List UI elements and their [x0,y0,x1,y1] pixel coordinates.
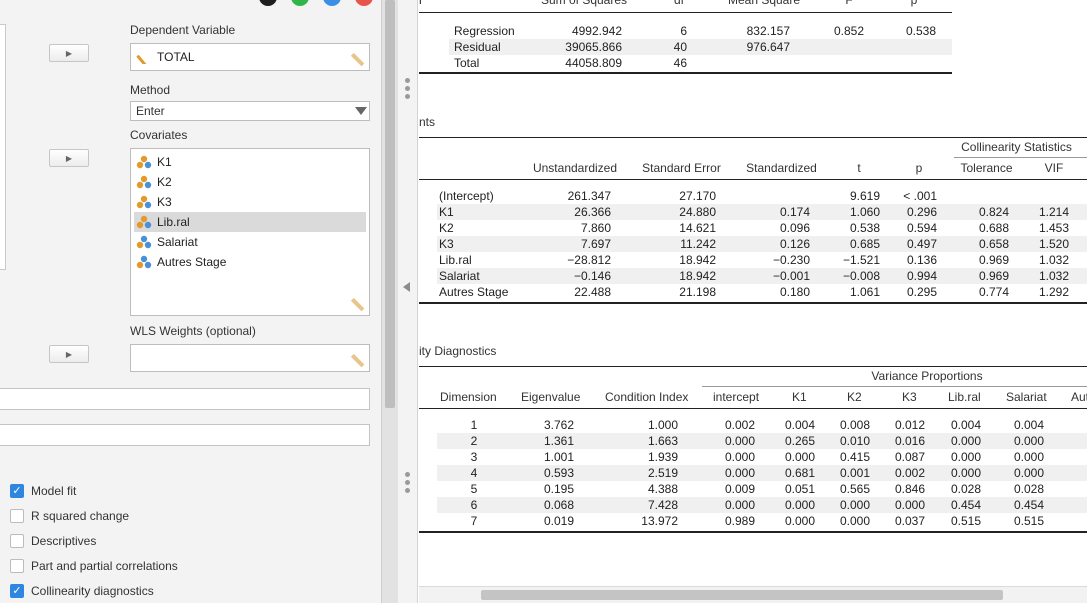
coefficients-title: nts [419,115,436,129]
diag-header-intercept: intercept [713,390,760,404]
part-partial-correlations-option[interactable]: Part and partial correlations [10,558,178,574]
collinearity-statistics-header: Collinearity Statistics [961,140,1072,154]
coefficients-header-rule [419,179,1087,180]
collapsed-option-field-1[interactable] [0,388,370,410]
covariate-item-k2[interactable]: K2 [134,172,366,192]
anova-header-ms: Mean Square [727,0,801,7]
results-output-panel: l Sum of Squares df Mean Square F p Regr… [419,0,1087,603]
covariate-item-autres-stage[interactable]: Autres Stage [134,252,366,272]
dependent-variable-value: TOTAL [157,50,195,64]
diagnostics-header-rule [419,408,1087,409]
arrow-right-icon: ▶ [65,349,73,359]
descriptives-checkbox[interactable] [10,534,24,548]
options-vertical-scrollbar[interactable] [381,0,398,603]
anova-header-f: F [845,0,853,7]
grip-dots-icon[interactable] [405,78,410,102]
anova-header-ss: Sum of Squares [540,0,628,7]
nominal-variable-icon [136,175,152,189]
scale-variable-icon [136,54,147,64]
covariate-item-k3[interactable]: K3 [134,192,366,212]
diag-header-condition-index: Condition Index [605,390,689,404]
pencil-icon [351,53,365,67]
coef-header-standard-error: Standard Error [642,161,721,175]
diag-header-lib-ral: Lib.ral [948,390,981,404]
coef-header-p: p [915,161,923,175]
arrow-right-icon: ▶ [65,153,73,163]
pencil-icon [351,354,365,368]
move-to-covariates-button[interactable]: ▶ [49,149,89,167]
scrollbar-thumb[interactable] [385,0,395,408]
variance-proportions-header: Variance Proportions [871,369,983,383]
method-selected-value: Enter [136,104,165,118]
covariate-item-salariat[interactable]: Salariat [134,232,366,252]
covariate-item-lib-ral[interactable]: Lib.ral [134,212,366,232]
nominal-variable-icon [136,215,152,229]
pencil-icon [351,298,365,312]
model-fit-option[interactable]: ✓ Model fit [10,483,76,499]
grip-dots-icon[interactable] [405,472,410,496]
dependent-variable-item[interactable]: TOTAL [134,47,366,67]
coef-header-tolerance: Tolerance [960,161,1013,175]
results-horizontal-scrollbar[interactable] [419,586,1087,603]
anova-bottom-rule [419,72,952,74]
model-fit-checkbox[interactable]: ✓ [10,484,24,498]
anova-title-fragment: l [419,0,422,7]
nominal-variable-icon [136,235,152,249]
collinearity-group-rule [954,157,1087,158]
r-squared-change-option[interactable]: R squared change [10,508,129,524]
wls-weights-label: WLS Weights (optional) [130,324,256,338]
diag-header-k3: K3 [902,390,917,404]
coef-header-unstandardized: Unstandardized [532,161,618,175]
coefficients-top-rule [419,137,1087,138]
diagnostics-top-rule [419,366,1087,367]
panel-splitter[interactable] [398,0,418,603]
diag-header-salariat: Salariat [1006,390,1047,404]
covariate-item-k1[interactable]: K1 [134,152,366,172]
coef-header-standardized: Standardized [746,161,817,175]
coef-header-vif: VIF [1044,161,1064,175]
diag-header-autres-stage: Aut [1071,390,1087,404]
collinearity-diagnostics-option[interactable]: ✓ Collinearity diagnostics [10,583,154,599]
dependent-variable-label: Dependent Variable [130,23,236,37]
nominal-variable-icon [136,155,152,169]
r-squared-change-checkbox[interactable] [10,509,24,523]
covariates-box[interactable]: K1 K2 K3 Lib.ral Salariat Autres Stage [130,148,370,316]
window-dot-blue[interactable] [323,0,341,6]
nominal-variable-icon [136,255,152,269]
arrow-right-icon: ▶ [65,48,73,58]
variables-list-edge[interactable] [0,24,6,270]
analysis-options-panel: Dependent Variable ▶ TOTAL Method Enter … [0,0,381,603]
diag-header-eigenvalue: Eigenvalue [521,390,581,404]
diag-header-k1: K1 [792,390,807,404]
diagnostics-bottom-rule [419,531,1087,533]
coefficients-bottom-rule [419,302,1087,304]
descriptives-option[interactable]: Descriptives [10,533,96,549]
diag-header-dimension: Dimension [440,390,497,404]
collinearity-diagnostics-title: ity Diagnostics [419,344,497,358]
anova-header-df: df [673,0,684,7]
anova-row-stripe [449,39,952,55]
window-dot-red[interactable] [355,0,373,6]
part-partial-correlations-checkbox[interactable] [10,559,24,573]
variance-group-rule [702,386,1087,387]
anova-header-p: p [910,0,918,7]
collapse-left-icon[interactable] [403,282,410,292]
method-select[interactable]: Enter [130,101,370,121]
coef-header-t: t [857,161,861,175]
method-label: Method [130,83,171,97]
collapsed-option-field-2[interactable] [0,424,370,446]
move-to-wls-button[interactable]: ▶ [49,345,89,363]
diag-header-k2: K2 [847,390,862,404]
anova-header-rule [419,12,952,13]
chevron-down-icon [355,107,367,115]
wls-weights-box[interactable] [130,344,370,372]
scrollbar-thumb[interactable] [481,590,1003,600]
window-dot-green[interactable] [291,0,309,6]
covariates-label: Covariates [130,128,188,142]
dependent-variable-box[interactable]: TOTAL [130,43,370,71]
collinearity-diagnostics-checkbox[interactable]: ✓ [10,584,24,598]
window-dot-black[interactable] [259,0,277,6]
move-to-dependent-button[interactable]: ▶ [49,44,89,62]
nominal-variable-icon [136,195,152,209]
